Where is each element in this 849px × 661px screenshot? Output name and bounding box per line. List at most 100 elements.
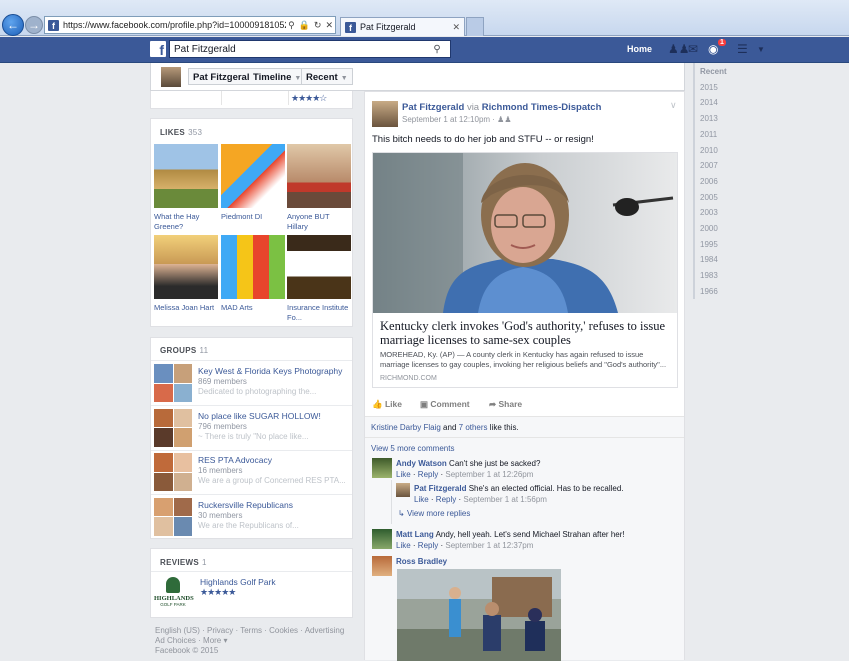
- liked-page[interactable]: MAD Arts: [221, 235, 285, 313]
- friend-requests-icon[interactable]: ♟♟: [668, 42, 690, 56]
- scrubber-year[interactable]: 2015: [700, 83, 718, 92]
- group-name-link[interactable]: Ruckersville Republicans: [198, 500, 293, 510]
- group-name-link[interactable]: No place like SUGAR HOLLOW!: [198, 411, 321, 421]
- others-link[interactable]: 7 others: [459, 423, 488, 432]
- group-item[interactable]: No place like SUGAR HOLLOW! 796 members ~ …: [151, 408, 351, 453]
- group-item[interactable]: RES PTA Advocacy 16 members We are a group…: [151, 453, 351, 497]
- commenter-link[interactable]: Andy Watson: [396, 459, 447, 468]
- comment-time[interactable]: September 1 at 12:37pm: [445, 541, 533, 550]
- scrubber-year[interactable]: 2005: [700, 193, 718, 202]
- liker-link[interactable]: Kristine Darby Flaig: [371, 423, 441, 432]
- group-thumbnail[interactable]: [154, 497, 192, 536]
- scrubber-year[interactable]: 1984: [700, 255, 718, 264]
- forward-button[interactable]: →: [25, 16, 43, 34]
- group-name-link[interactable]: RES PTA Advocacy: [198, 455, 272, 465]
- stop-icon[interactable]: ✕: [323, 20, 335, 31]
- group-item[interactable]: Key West & Florida Keys Photography 869 m…: [151, 364, 351, 408]
- footer-link[interactable]: English (US): [155, 626, 200, 635]
- article-photo[interactable]: [373, 153, 677, 313]
- liked-page-label[interactable]: Insurance Institute Fo...: [287, 303, 351, 323]
- liked-page-image[interactable]: [154, 235, 218, 299]
- comment-button[interactable]: ▣ Comment: [420, 399, 470, 410]
- scrubber-year[interactable]: 2013: [700, 114, 718, 123]
- highlands-logo[interactable]: HIGHLANDS GOLF PARK: [154, 576, 194, 614]
- liked-page[interactable]: What the Hay Greene?: [154, 144, 218, 232]
- liked-page-label[interactable]: Anyone BUT Hillary: [287, 212, 351, 232]
- group-thumbnail[interactable]: [154, 408, 192, 447]
- search-input[interactable]: Pat Fitzgerald ⚲: [169, 40, 451, 58]
- comment-like-link[interactable]: Like: [396, 470, 411, 479]
- comment-like-link[interactable]: Like: [414, 495, 429, 504]
- post-author-link[interactable]: Pat Fitzgerald: [402, 102, 464, 113]
- liked-page-label[interactable]: MAD Arts: [221, 303, 285, 313]
- recent-button[interactable]: Recent ▼: [301, 68, 353, 85]
- address-bar[interactable]: f https://www.facebook.com/profile.php?i…: [44, 16, 336, 34]
- avatar[interactable]: [161, 67, 181, 87]
- article-title[interactable]: Kentucky clerk invokes 'God's authority,…: [380, 319, 672, 347]
- messages-icon[interactable]: ✉: [688, 42, 698, 56]
- friends-audience-icon[interactable]: ♟♟: [497, 115, 511, 124]
- scrubber-year[interactable]: 1995: [700, 240, 718, 249]
- refresh-icon[interactable]: ↻: [312, 20, 324, 31]
- avatar[interactable]: [372, 458, 392, 478]
- avatar[interactable]: [372, 556, 392, 576]
- new-tab-button[interactable]: [466, 17, 484, 36]
- scrubber-year[interactable]: 2003: [700, 208, 718, 217]
- liked-page-image[interactable]: [287, 144, 351, 208]
- liked-page-image[interactable]: [221, 144, 285, 208]
- search-icon[interactable]: ⚲: [424, 44, 450, 55]
- liked-page-image[interactable]: [221, 235, 285, 299]
- view-more-replies-link[interactable]: ↳ View more replies: [398, 508, 470, 519]
- group-thumbnail[interactable]: [154, 364, 192, 402]
- avatar[interactable]: [396, 483, 410, 497]
- like-button[interactable]: 👍 Like: [372, 399, 402, 410]
- reviews-header[interactable]: REVIEWS 1: [160, 558, 207, 567]
- privacy-shortcuts-icon[interactable]: ☰: [737, 42, 748, 56]
- liked-page[interactable]: Anyone BUT Hillary: [287, 144, 351, 232]
- scrubber-year[interactable]: 1983: [700, 271, 718, 280]
- link-preview[interactable]: Kentucky clerk invokes 'God's authority,…: [372, 152, 678, 388]
- comment-reply-link[interactable]: Reply: [418, 541, 438, 550]
- view-more-comments-link[interactable]: View 5 more comments: [371, 443, 454, 454]
- account-menu-icon[interactable]: ▼: [757, 45, 765, 54]
- globe-notifications-icon[interactable]: ◉: [708, 42, 718, 56]
- likes-header[interactable]: LIKES 353: [160, 128, 202, 137]
- comment-like-link[interactable]: Like: [396, 541, 411, 550]
- more-chevron-icon[interactable]: ▾: [224, 636, 228, 645]
- comment-reply-link[interactable]: Reply: [436, 495, 456, 504]
- share-button[interactable]: ➦ Share: [489, 399, 522, 410]
- post-source-link[interactable]: Richmond Times-Dispatch: [482, 102, 602, 113]
- footer-link[interactable]: Ad Choices: [155, 636, 196, 645]
- comment-time[interactable]: September 1 at 1:56pm: [463, 495, 547, 504]
- commenter-link[interactable]: Matt Lang: [396, 530, 434, 539]
- group-thumbnail[interactable]: [154, 453, 192, 491]
- liked-page-label[interactable]: Piedmont DI: [221, 212, 285, 222]
- scrubber-year[interactable]: Recent: [700, 67, 727, 76]
- scrubber-year[interactable]: 1966: [700, 287, 718, 296]
- scrubber-year[interactable]: 2000: [700, 224, 718, 233]
- post-time[interactable]: September 1 at 12:10pm · ♟♟: [402, 115, 512, 124]
- scrubber-year[interactable]: 2006: [700, 177, 718, 186]
- liked-page-label[interactable]: What the Hay Greene?: [154, 212, 218, 232]
- address-url[interactable]: https://www.facebook.com/profile.php?id=…: [63, 20, 286, 30]
- footer-link[interactable]: Privacy: [207, 626, 233, 635]
- footer-link[interactable]: Advertising: [305, 626, 345, 635]
- back-button[interactable]: ←: [2, 14, 24, 36]
- browser-tab[interactable]: f Pat Fitzgerald ✕: [340, 17, 465, 36]
- scrubber-year[interactable]: 2010: [700, 146, 718, 155]
- footer-link[interactable]: Terms: [240, 626, 262, 635]
- liked-page-label[interactable]: Melissa Joan Hart: [154, 303, 218, 313]
- scrubber-year[interactable]: 2007: [700, 161, 718, 170]
- liked-page[interactable]: Piedmont DI: [221, 144, 285, 222]
- post-options-chevron-icon[interactable]: ∨: [670, 100, 677, 111]
- facebook-logo-icon[interactable]: f: [150, 41, 166, 58]
- scrubber-year[interactable]: 2014: [700, 98, 718, 107]
- liked-page[interactable]: Melissa Joan Hart: [154, 235, 218, 313]
- liked-page-image[interactable]: [287, 235, 351, 299]
- avatar[interactable]: [372, 101, 398, 127]
- comment-reply-link[interactable]: Reply: [418, 470, 438, 479]
- lock-icon[interactable]: 🔒: [297, 20, 312, 31]
- scrubber-year[interactable]: 2011: [700, 130, 717, 139]
- review-place-link[interactable]: Highlands Golf Park: [200, 577, 276, 587]
- timeline-button[interactable]: Timeline ▼: [249, 68, 307, 85]
